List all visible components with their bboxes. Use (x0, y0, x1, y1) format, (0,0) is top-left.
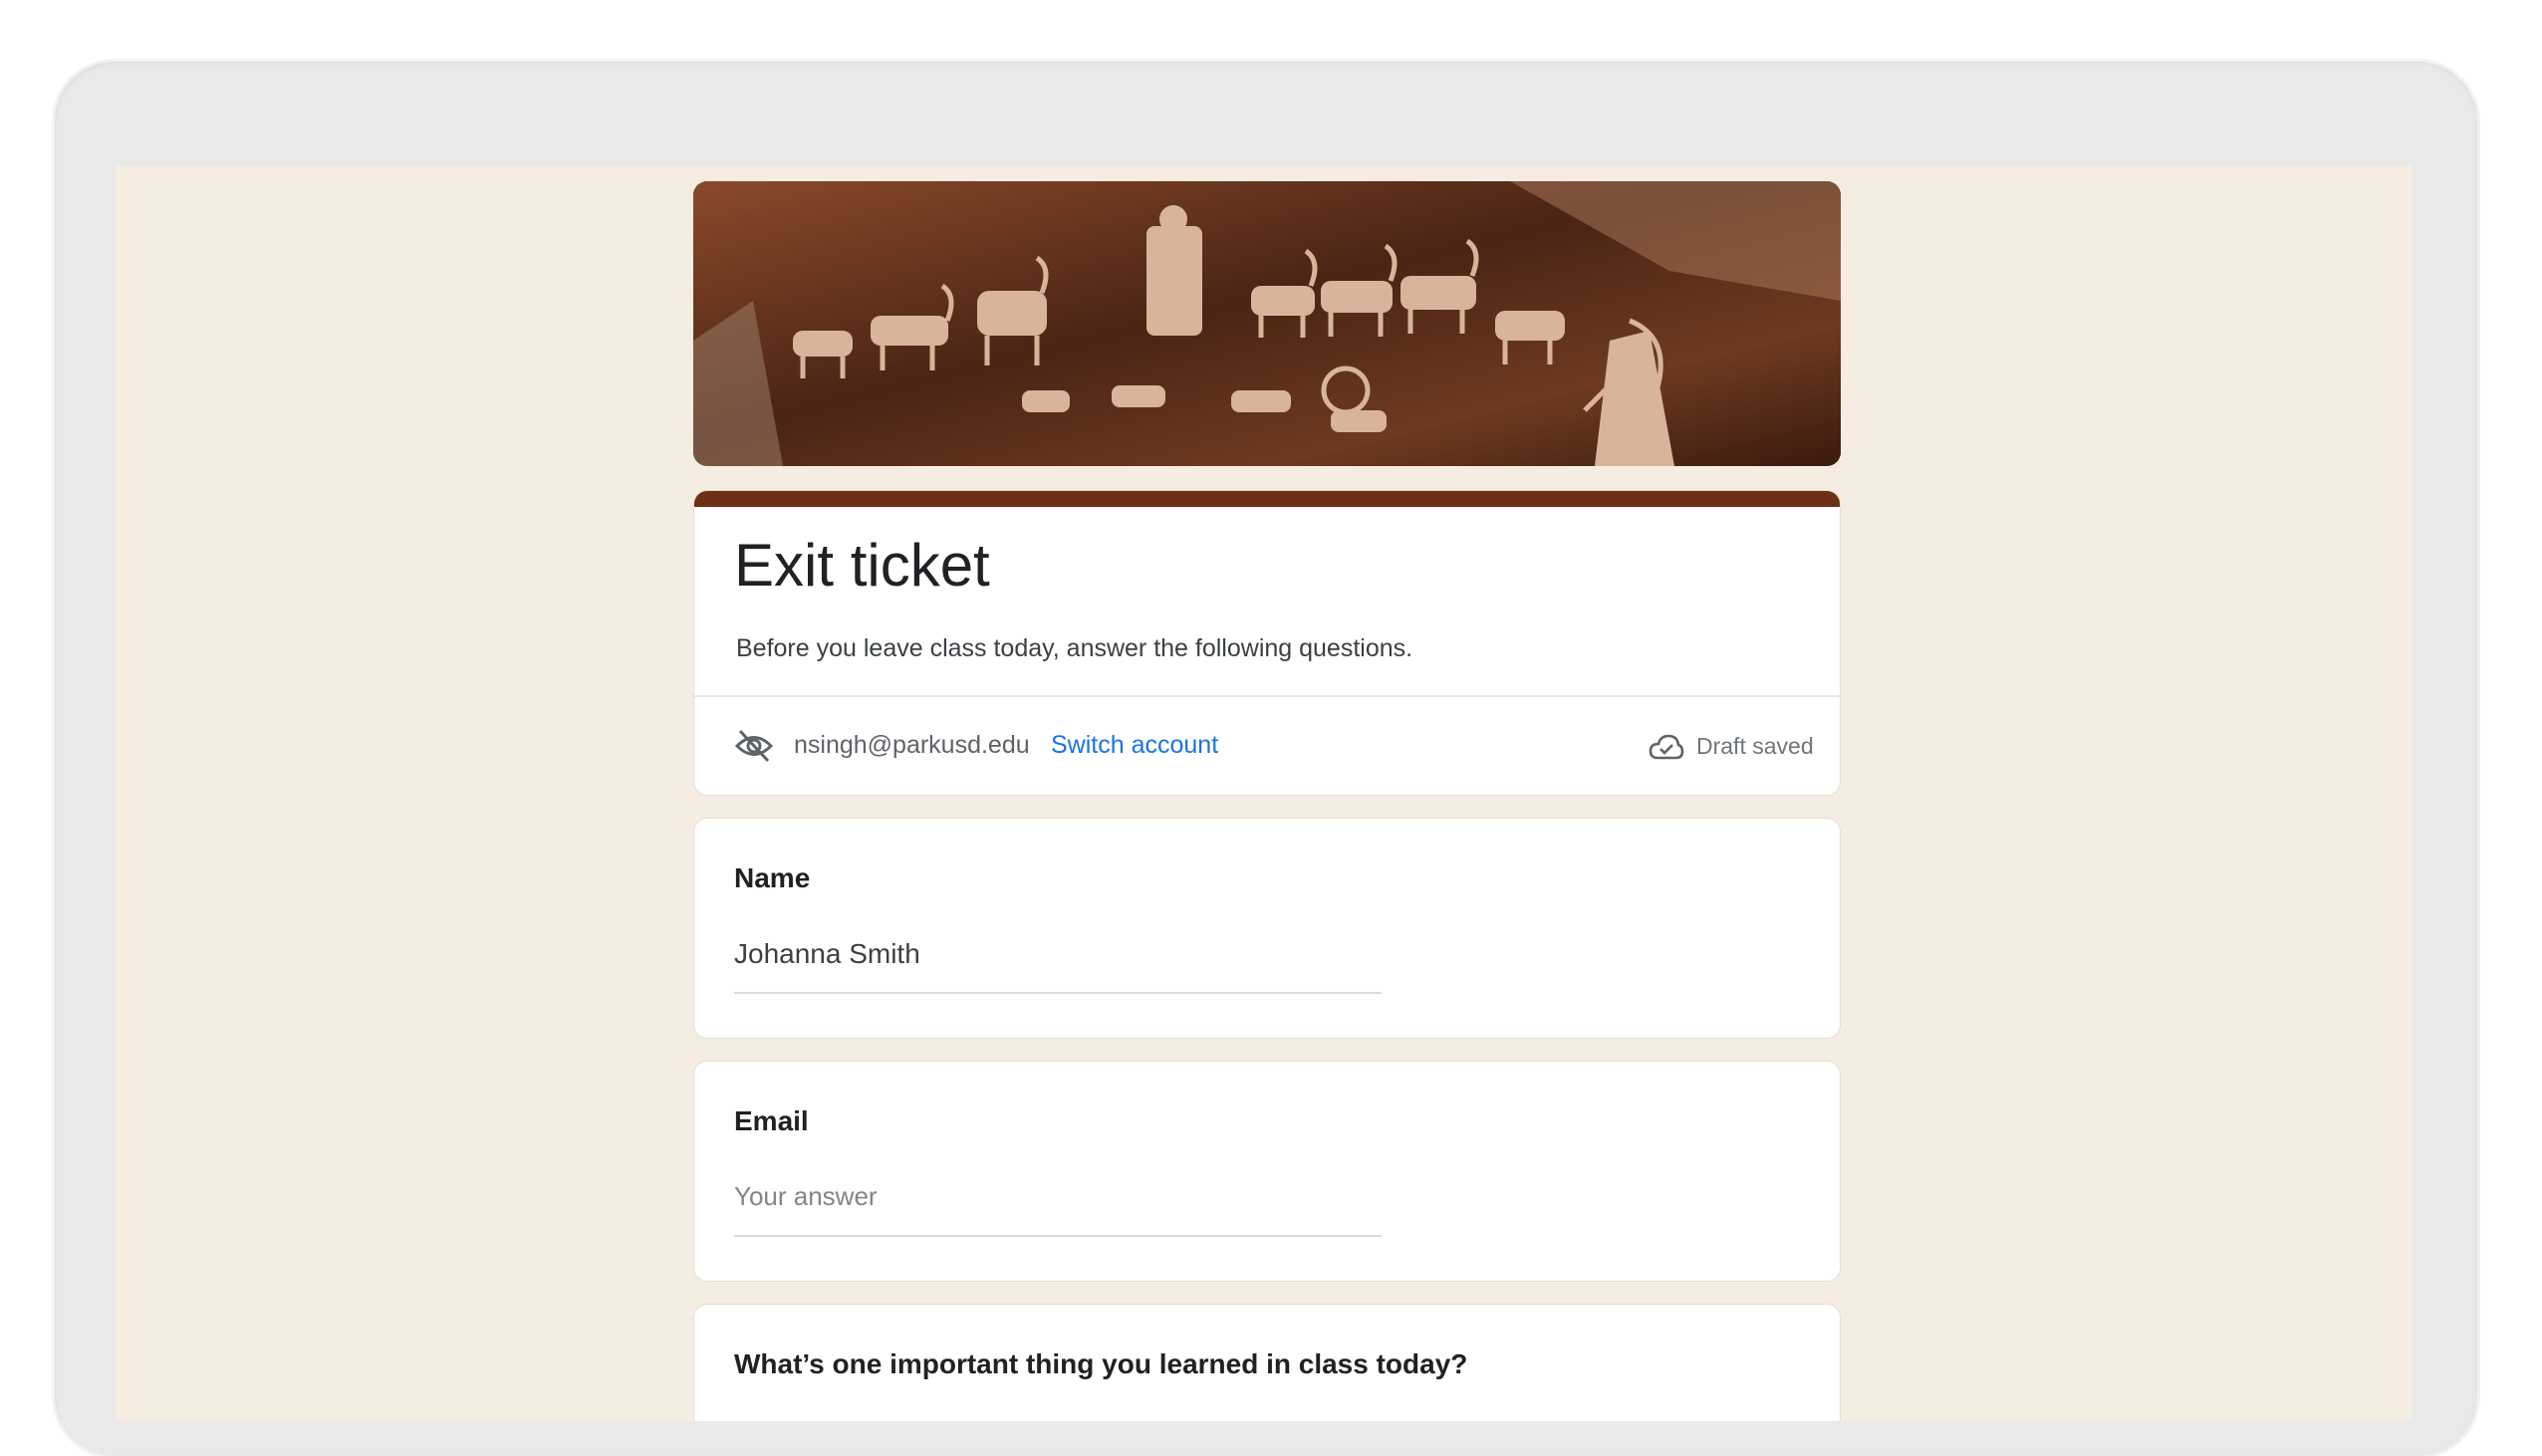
account-row: nsingh@parkusd.edu Switch account Draft … (694, 697, 1840, 795)
question-card-learned: What’s one important thing you learned i… (693, 1304, 1841, 1421)
email-answer-field[interactable]: Your answer (734, 1181, 1382, 1237)
question-label: What’s one important thing you learned i… (734, 1348, 1468, 1379)
draft-status: Draft saved (1696, 733, 1814, 759)
question-card-email: Email Your answer (693, 1061, 1841, 1282)
question-label: Name (734, 862, 811, 893)
header-image (693, 181, 1841, 466)
theme-color-bar (694, 491, 1840, 507)
name-answer-field[interactable]: Johanna Smith (734, 938, 1382, 994)
cloud-done-icon (1649, 733, 1684, 761)
account-email: nsingh@parkusd.edu (794, 731, 1030, 759)
question-card-name: Name Johanna Smith (693, 818, 1841, 1039)
switch-account-link[interactable]: Switch account (1051, 731, 1218, 760)
form-column: Exit ticket Before you leave class today… (693, 181, 1841, 1421)
form-page: Exit ticket Before you leave class today… (116, 165, 2412, 1421)
form-header-card: Exit ticket Before you leave class today… (693, 490, 1841, 796)
eye-off-icon (734, 727, 774, 765)
form-title: Exit ticket (734, 532, 990, 599)
form-description: Before you leave class today, answer the… (736, 634, 1413, 662)
question-label: Email (734, 1105, 809, 1136)
